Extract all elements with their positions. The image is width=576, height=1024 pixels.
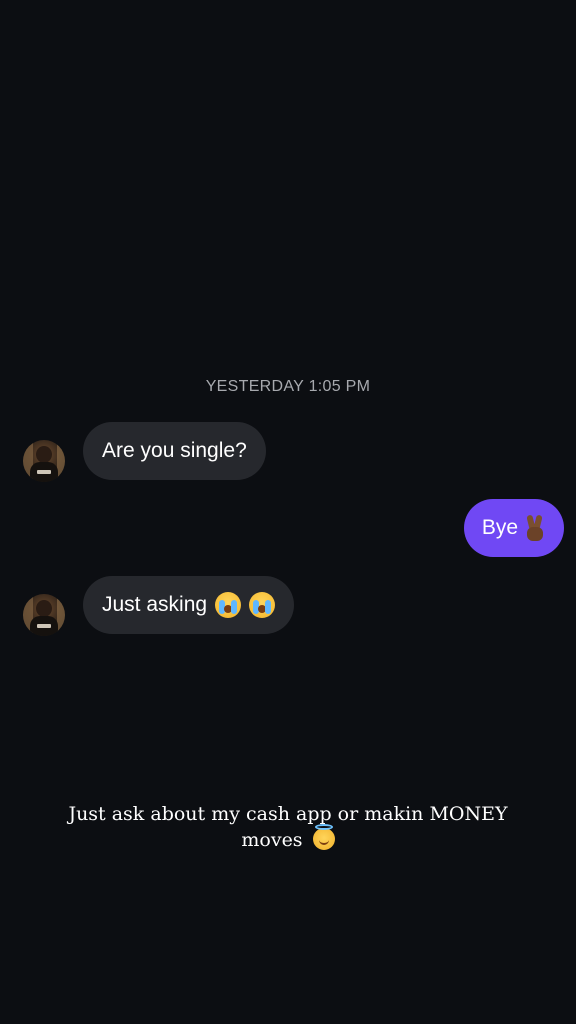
caption-line-1: Just ask about my cash app or makin MONE…: [68, 803, 508, 825]
loudly-crying-face-icon: [249, 592, 276, 618]
avatar[interactable]: [23, 594, 65, 636]
message-text: Just asking: [102, 593, 208, 616]
loudly-crying-face-icon: [215, 592, 242, 618]
story-caption: Just ask about my cash app or makin MONE…: [60, 801, 516, 853]
caption-line-2: moves: [60, 824, 516, 853]
message-bubble-incoming[interactable]: Are you single?: [83, 422, 266, 480]
message-text: Bye: [481, 516, 518, 539]
message-bubble-outgoing[interactable]: Bye: [463, 499, 564, 557]
message-row-1: Are you single?: [0, 422, 576, 482]
timestamp: YESTERDAY 1:05 PM: [205, 378, 371, 395]
message-text: Are you single?: [102, 439, 247, 462]
victory-hand-icon: [524, 514, 546, 541]
avatar[interactable]: [23, 440, 65, 482]
message-row-2: Bye: [0, 499, 576, 559]
smiling-face-with-halo-icon: [312, 824, 335, 850]
message-row-3: Just asking: [0, 576, 576, 636]
message-bubble-incoming[interactable]: Just asking: [83, 576, 295, 634]
